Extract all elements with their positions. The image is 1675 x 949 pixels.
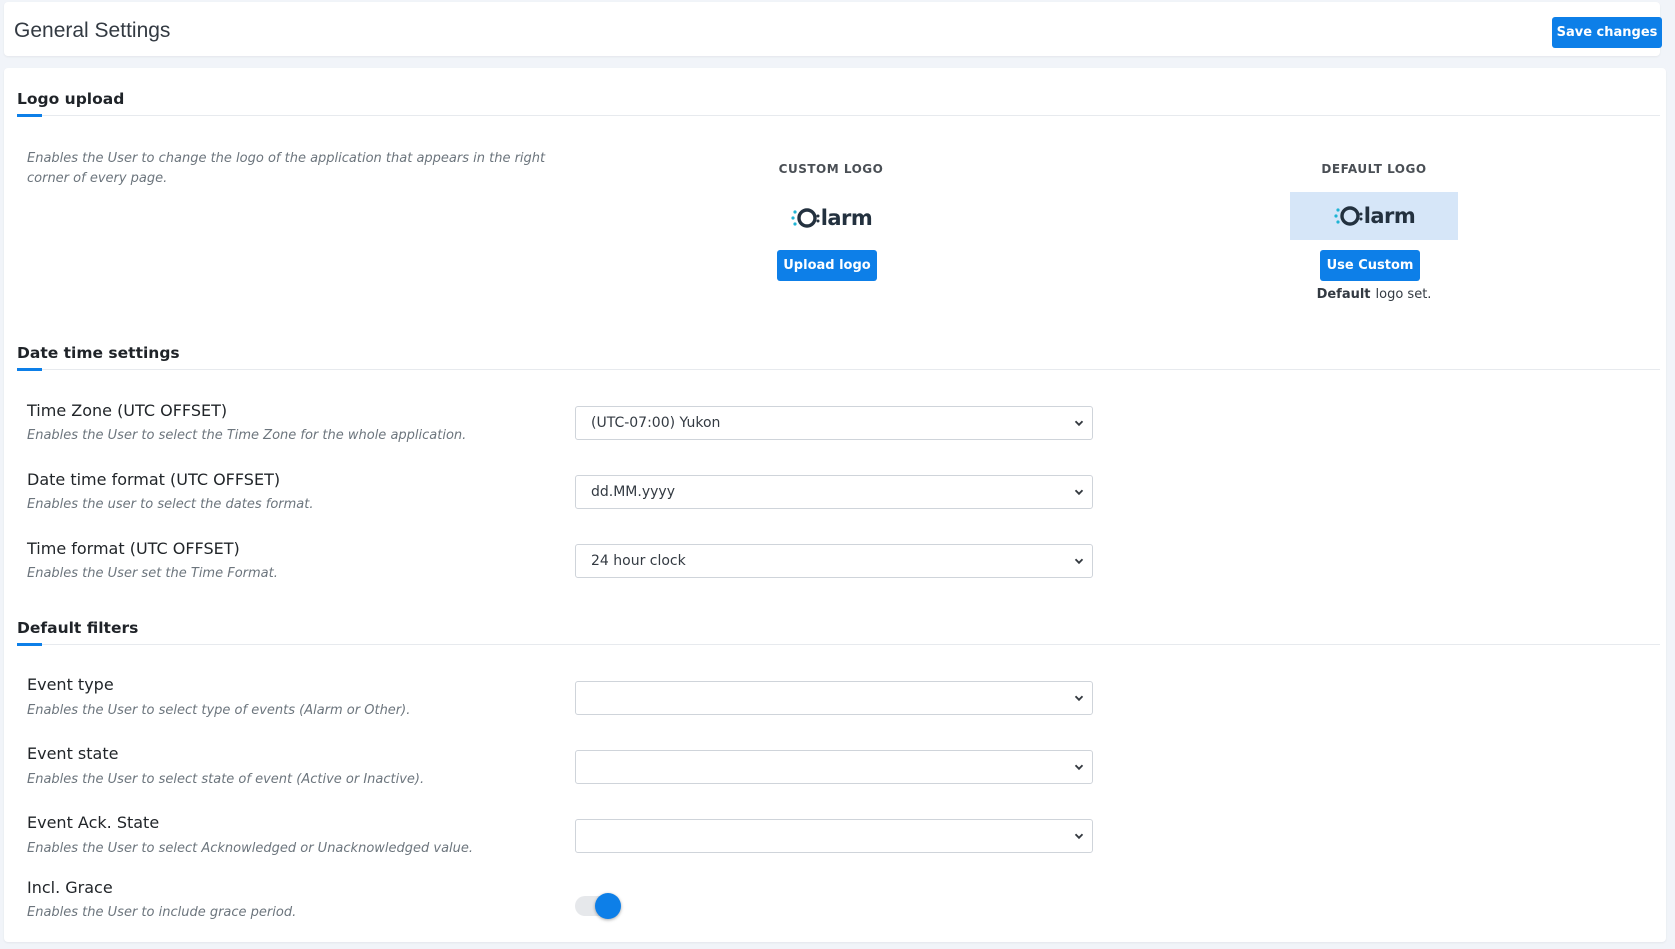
timezone-select-value: (UTC-07:00) Yukon	[591, 415, 721, 431]
chevron-down-icon	[1074, 489, 1084, 496]
date-format-label: Date time format (UTC OFFSET)	[27, 470, 281, 489]
incl-grace-description: Enables the User to include grace period…	[27, 905, 297, 920]
toggle-knob	[595, 893, 621, 919]
chevron-down-icon	[1074, 420, 1084, 427]
logo-status-text: Default logo set.	[1274, 287, 1474, 302]
event-ack-state-label: Event Ack. State	[27, 813, 160, 832]
datetime-section-title: Date time settings	[17, 344, 180, 362]
logo-status-bold: Default	[1316, 287, 1371, 302]
chevron-down-icon	[1074, 695, 1084, 702]
upload-logo-button[interactable]: Upload logo	[777, 250, 877, 281]
event-state-description: Enables the User to select state of even…	[27, 772, 425, 787]
logo-section-title: Logo upload	[17, 90, 125, 108]
chevron-down-icon	[1074, 833, 1084, 840]
settings-card: Logo upload Enables the User to change t…	[4, 68, 1666, 942]
custom-logo-wordmark: larm	[820, 206, 873, 230]
event-ack-state-select[interactable]	[575, 819, 1093, 853]
filters-section-title: Default filters	[17, 619, 139, 637]
default-logo-image: larm	[1333, 203, 1416, 229]
event-type-description: Enables the User to select type of event…	[27, 703, 411, 718]
custom-logo-heading: CUSTOM LOGO	[778, 162, 884, 176]
section-divider	[17, 115, 1660, 116]
timezone-label: Time Zone (UTC OFFSET)	[27, 401, 228, 420]
event-ack-state-description: Enables the User to select Acknowledged …	[27, 841, 474, 856]
event-type-label: Event type	[27, 675, 114, 694]
date-format-select[interactable]: dd.MM.yyyy	[575, 475, 1093, 509]
event-state-select[interactable]	[575, 750, 1093, 784]
chevron-down-icon	[1074, 558, 1084, 565]
section-accent-bar	[17, 114, 42, 117]
page-title: General Settings	[14, 19, 171, 42]
event-state-label: Event state	[27, 744, 119, 763]
time-format-label: Time format (UTC OFFSET)	[27, 539, 240, 558]
section-divider	[17, 644, 1660, 645]
default-logo-heading: DEFAULT LOGO	[1321, 162, 1427, 176]
page-header: General Settings Save changes	[4, 2, 1662, 56]
time-format-description: Enables the User set the Time Format.	[27, 566, 278, 581]
default-logo-wordmark: larm	[1363, 204, 1416, 228]
oalarm-logo-icon	[1334, 206, 1363, 226]
custom-logo-image: larm	[790, 205, 873, 231]
time-format-select-value: 24 hour clock	[591, 553, 686, 569]
incl-grace-toggle[interactable]	[575, 893, 621, 919]
date-format-select-value: dd.MM.yyyy	[591, 484, 675, 500]
section-accent-bar	[17, 643, 42, 646]
custom-logo-preview: larm	[747, 194, 915, 242]
time-format-select[interactable]: 24 hour clock	[575, 544, 1093, 578]
timezone-select[interactable]: (UTC-07:00) Yukon	[575, 406, 1093, 440]
logo-section-description: Enables the User to change the logo of t…	[27, 151, 546, 186]
logo-status-rest: logo set.	[1375, 287, 1432, 302]
date-format-description: Enables the user to select the dates for…	[27, 497, 314, 512]
oalarm-logo-icon	[791, 208, 820, 228]
save-changes-button[interactable]: Save changes	[1552, 17, 1662, 48]
timezone-description: Enables the User to select the Time Zone…	[27, 428, 467, 443]
event-type-select[interactable]	[575, 681, 1093, 715]
default-logo-preview: larm	[1290, 192, 1458, 240]
section-accent-bar	[17, 368, 42, 371]
section-divider	[17, 369, 1660, 370]
chevron-down-icon	[1074, 764, 1084, 771]
use-custom-button[interactable]: Use Custom	[1320, 250, 1420, 281]
incl-grace-label: Incl. Grace	[27, 878, 113, 897]
